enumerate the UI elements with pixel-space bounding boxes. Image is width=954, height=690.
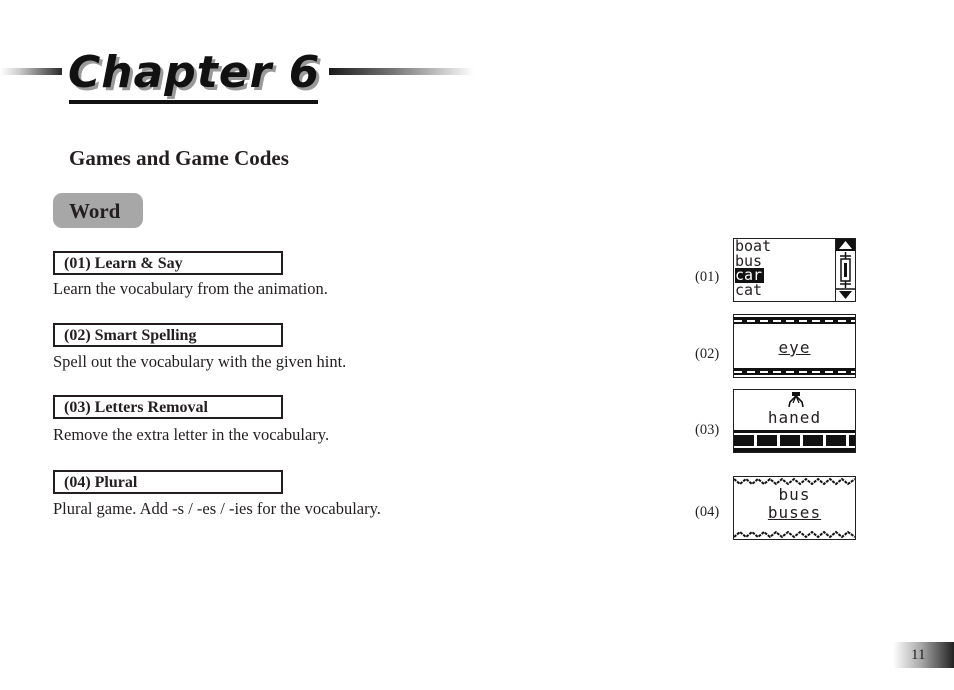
game-title-04: (04) Plural (53, 470, 283, 494)
game-title-02: (02) Smart Spelling (53, 323, 283, 347)
belt-dividers (734, 433, 855, 448)
game-description-02: Spell out the vocabulary with the given … (53, 352, 347, 371)
screen-01: boat bus car cat (733, 238, 856, 302)
scrambled-word: haned (767, 408, 822, 427)
screen-label-02: (02) (695, 346, 720, 362)
game-description-04: Plural game. Add -s / -es / -ies for the… (53, 499, 381, 518)
word-list: boat bus car cat (735, 239, 835, 297)
screen-label-01: (01) (695, 269, 720, 285)
screen-03: haned (733, 389, 856, 453)
chapter-rule-left (0, 68, 62, 75)
screen-02: eye (733, 314, 856, 378)
chapter-underline (69, 100, 318, 104)
screen-04: bus buses (733, 476, 856, 540)
decorative-border-bottom (734, 530, 855, 539)
conveyor-belt (734, 430, 855, 452)
film-strip-bottom (734, 368, 855, 375)
game-title-03: (03) Letters Removal (53, 395, 283, 419)
singular-word: bus (778, 485, 811, 504)
claw-icon (788, 392, 804, 408)
game-description-01: Learn the vocabulary from the animation. (53, 279, 328, 298)
hint-word: eye (778, 338, 811, 357)
game-title-01: (01) Learn & Say (53, 251, 283, 275)
category-badge: Word (53, 193, 143, 228)
scrollbar (835, 239, 855, 301)
scrollbar-graphic (836, 239, 855, 301)
chapter-rule-right (329, 68, 474, 75)
film-strip-dashes (734, 319, 855, 322)
plural-word: buses (767, 503, 822, 522)
game-description-03: Remove the extra letter in the vocabular… (53, 425, 330, 444)
chapter-title: Chapter 6 (68, 47, 321, 98)
film-strip-top (734, 317, 855, 324)
section-heading: Games and Game Codes (69, 146, 289, 170)
word-list-item: cat (735, 280, 763, 299)
screen-label-04: (04) (695, 504, 720, 520)
scroll-thumb-grip (844, 263, 847, 277)
screen-label-03: (03) (695, 422, 720, 438)
film-strip-dashes (734, 370, 855, 373)
page-number: 11 (893, 642, 954, 668)
